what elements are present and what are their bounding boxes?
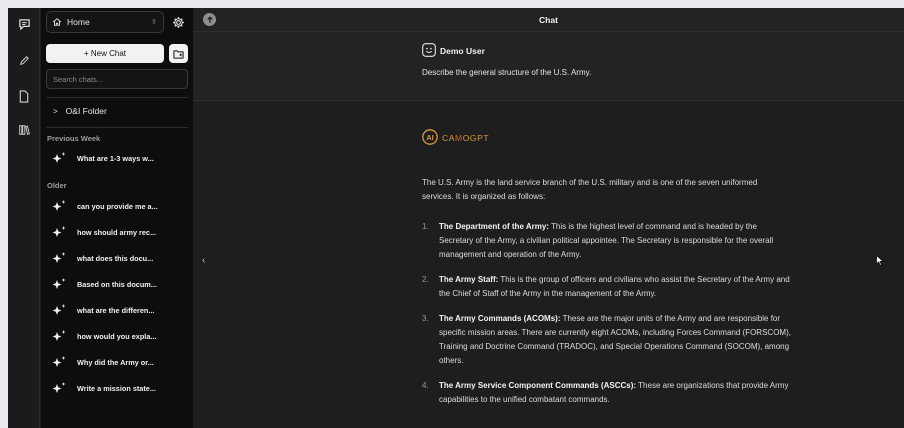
user-name: Demo User bbox=[440, 46, 485, 56]
chat-item[interactable]: Why did the Army or... bbox=[51, 353, 189, 371]
top-bar: Chat bbox=[193, 8, 904, 32]
icon-rail bbox=[8, 8, 40, 428]
sidebar: Home ⇳ + New Chat > O&I Folder Previous … bbox=[41, 8, 193, 428]
new-chat-button[interactable]: + New Chat bbox=[46, 44, 164, 63]
assistant-name: CAMOGPT bbox=[442, 133, 489, 143]
folder-label: O&I Folder bbox=[65, 106, 107, 116]
assistant-message: AI CAMOGPT The U.S. Army is the land ser… bbox=[193, 101, 904, 428]
divider bbox=[46, 97, 188, 98]
chat-item-label: Based on this docum... bbox=[77, 279, 157, 289]
home-icon bbox=[52, 18, 62, 26]
list-number: 2. bbox=[422, 275, 429, 284]
sparkle-icon bbox=[52, 382, 66, 393]
chat-item-label: can you provide me a... bbox=[77, 201, 158, 211]
list-number: 3. bbox=[422, 314, 429, 323]
chat-item[interactable]: what are the differen... bbox=[51, 301, 189, 319]
list-term: The Army Staff: bbox=[439, 275, 499, 284]
chat-item-label: how should army rec... bbox=[77, 227, 157, 237]
assistant-list: 1. The Department of the Army: This is th… bbox=[422, 220, 792, 418]
camogpt-logo-icon: AI bbox=[422, 129, 438, 145]
chat-item[interactable]: what does this docu... bbox=[51, 249, 189, 267]
new-folder-button[interactable] bbox=[169, 44, 188, 63]
chat-item-label: Why did the Army or... bbox=[77, 357, 154, 367]
main-panel: Chat Demo User Describe the general stru… bbox=[193, 8, 904, 428]
list-term: The Army Service Component Commands (ASC… bbox=[439, 381, 637, 390]
list-item: 4. The Army Service Component Commands (A… bbox=[422, 379, 792, 407]
document-icon[interactable] bbox=[14, 86, 34, 106]
assistant-name-prefix: CA bbox=[442, 133, 456, 143]
divider bbox=[46, 127, 188, 128]
sparkle-icon bbox=[52, 226, 66, 237]
section-title: Older bbox=[47, 181, 67, 190]
sparkle-icon bbox=[52, 152, 66, 163]
chat-item[interactable]: Based on this docum... bbox=[51, 275, 189, 293]
updown-chevron-icon: ⇳ bbox=[151, 19, 157, 26]
chat-item-label: how would you expla... bbox=[77, 331, 157, 341]
assistant-intro: The U.S. Army is the land service branch… bbox=[422, 178, 758, 201]
chat-item-label: What are 1-3 ways w... bbox=[77, 153, 154, 163]
user-message: Demo User Describe the general structure… bbox=[193, 32, 904, 101]
app-window: Home ⇳ + New Chat > O&I Folder Previous … bbox=[8, 8, 904, 428]
sparkle-icon bbox=[52, 200, 66, 211]
workspace-label: Home bbox=[67, 17, 90, 27]
search-input[interactable] bbox=[46, 69, 188, 89]
sparkle-icon bbox=[52, 330, 66, 341]
page-title: Chat bbox=[539, 15, 558, 25]
chat-item-label: Write a mission state... bbox=[77, 383, 156, 393]
list-term: The Army Commands (ACOMs): bbox=[439, 314, 561, 323]
chat-item[interactable]: What are 1-3 ways w... bbox=[51, 149, 189, 167]
list-item: 3. The Army Commands (ACOMs): These are t… bbox=[422, 312, 792, 368]
library-icon[interactable] bbox=[14, 120, 34, 140]
list-number: 1. bbox=[422, 222, 429, 231]
chat-item[interactable]: can you provide me a... bbox=[51, 197, 189, 215]
gear-icon[interactable] bbox=[169, 13, 187, 31]
chat-item-label: what are the differen... bbox=[77, 305, 155, 315]
svg-text:AI: AI bbox=[426, 133, 434, 142]
folder-item[interactable]: > O&I Folder bbox=[53, 106, 107, 116]
assistant-name-highlight: M bbox=[455, 133, 463, 143]
chat-item-label: what does this docu... bbox=[77, 253, 154, 263]
chat-item[interactable]: how would you expla... bbox=[51, 327, 189, 345]
folder-plus-icon bbox=[173, 49, 184, 59]
section-title: Previous Week bbox=[47, 134, 101, 143]
assistant-name-suffix: OGPT bbox=[462, 133, 490, 143]
workspace-select[interactable]: Home ⇳ bbox=[46, 11, 164, 33]
collapse-sidebar-icon[interactable]: ‹ bbox=[202, 255, 205, 266]
list-item: 2. The Army Staff: This is the group of o… bbox=[422, 273, 792, 301]
sparkle-icon bbox=[52, 252, 66, 263]
chat-item[interactable]: Write a mission state... bbox=[51, 379, 189, 397]
sparkle-icon bbox=[52, 304, 66, 315]
user-message-text: Describe the general structure of the U.… bbox=[422, 68, 592, 77]
chat-item[interactable]: how should army rec... bbox=[51, 223, 189, 241]
sparkle-icon bbox=[52, 356, 66, 367]
smiley-avatar-icon bbox=[422, 43, 436, 57]
chat-icon[interactable] bbox=[14, 14, 34, 34]
list-item: 1. The Department of the Army: This is th… bbox=[422, 220, 792, 262]
mouse-cursor-icon bbox=[876, 255, 884, 266]
pencil-icon[interactable] bbox=[14, 51, 34, 71]
list-number: 4. bbox=[422, 381, 429, 390]
sparkle-icon bbox=[52, 278, 66, 289]
chevron-right-icon: > bbox=[53, 106, 58, 116]
list-term: The Department of the Army: bbox=[439, 222, 549, 231]
